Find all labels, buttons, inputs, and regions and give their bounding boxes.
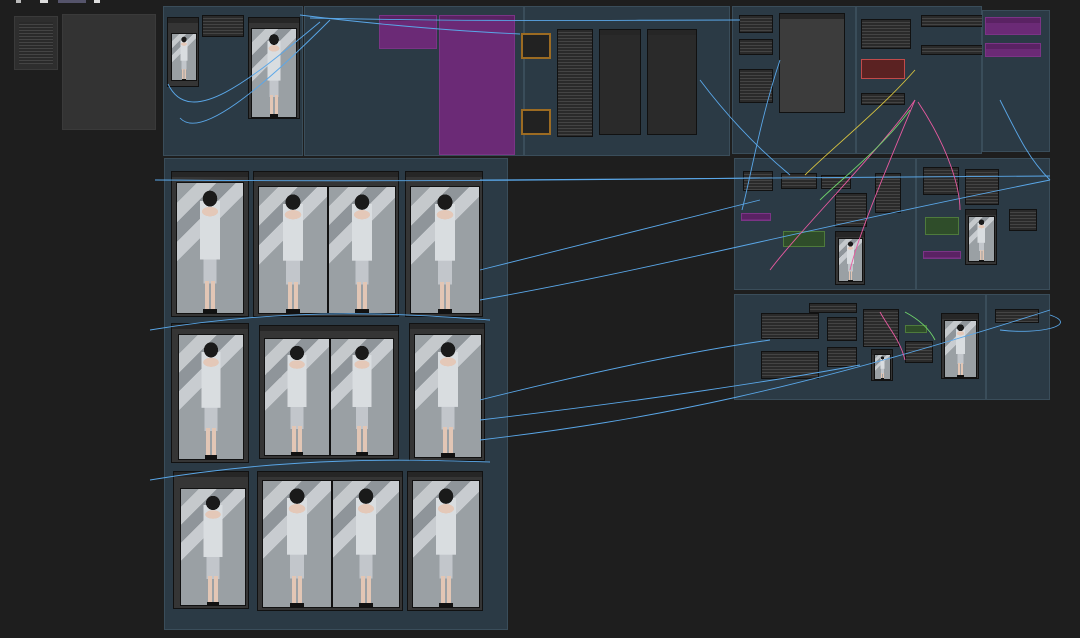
preview-node[interactable] <box>253 171 399 317</box>
small-node[interactable] <box>875 173 901 213</box>
preview-node[interactable] <box>259 325 399 459</box>
small-node[interactable] <box>809 303 857 313</box>
preview-node[interactable] <box>965 209 997 265</box>
preview-image <box>171 33 197 81</box>
properties-panel[interactable] <box>62 14 156 130</box>
preview-node[interactable] <box>171 323 249 463</box>
sampler-node[interactable] <box>835 193 867 227</box>
group-right-bottom-a[interactable] <box>734 294 986 400</box>
queue-panel[interactable] <box>14 16 58 70</box>
group-top-a[interactable] <box>163 6 303 156</box>
preview-image <box>414 334 482 458</box>
output-node[interactable] <box>783 231 825 247</box>
small-node[interactable] <box>921 45 983 55</box>
text-node[interactable] <box>761 313 819 339</box>
small-node[interactable] <box>995 309 1039 323</box>
small-node[interactable] <box>739 39 773 55</box>
error-node[interactable] <box>861 59 905 79</box>
save-icon[interactable] <box>40 0 48 3</box>
prompt-node[interactable] <box>985 43 1041 57</box>
preview-node[interactable] <box>257 471 403 611</box>
preview-image <box>944 320 977 378</box>
sampler-node-2[interactable] <box>599 29 641 135</box>
preview-image <box>328 186 396 314</box>
loader-node[interactable] <box>202 15 244 37</box>
prompt-node-large[interactable] <box>439 15 515 155</box>
wire <box>479 199 761 271</box>
preview-image <box>180 488 246 606</box>
preview-node[interactable] <box>409 323 485 461</box>
preview-node[interactable] <box>405 171 483 317</box>
graph-icon[interactable] <box>16 0 21 3</box>
prompt-node[interactable] <box>985 17 1041 35</box>
preview-image <box>330 338 394 456</box>
small-node[interactable] <box>781 173 817 189</box>
group-top-c[interactable] <box>521 6 730 156</box>
preview-image <box>968 216 995 262</box>
image-node[interactable] <box>167 17 199 87</box>
image-node[interactable] <box>248 17 300 119</box>
group-top-f[interactable] <box>982 10 1050 152</box>
preview-image <box>251 28 297 118</box>
small-node[interactable] <box>921 15 983 27</box>
small-node[interactable] <box>1009 209 1037 231</box>
preview-image <box>410 186 480 314</box>
preview-node[interactable] <box>171 171 249 317</box>
preview-image <box>176 182 244 314</box>
preview-image <box>178 334 244 460</box>
preview-image <box>412 480 480 608</box>
small-node[interactable] <box>821 175 851 189</box>
group-top-e[interactable] <box>856 6 983 154</box>
sampler-node[interactable] <box>863 309 899 347</box>
sampler-node-3[interactable] <box>647 29 697 135</box>
group-top-b[interactable] <box>304 6 524 156</box>
group-right-mid-a[interactable] <box>734 158 916 290</box>
small-node[interactable] <box>965 169 999 205</box>
small-node[interactable] <box>905 341 933 363</box>
preview-image <box>258 186 328 314</box>
small-node[interactable] <box>861 93 905 105</box>
sampler-node[interactable] <box>557 29 593 137</box>
prompt-node[interactable] <box>379 15 437 49</box>
group-gallery[interactable] <box>164 158 508 630</box>
preview-node[interactable] <box>173 471 249 609</box>
preview-node[interactable] <box>407 471 483 611</box>
output-node[interactable] <box>905 325 927 333</box>
prompt-node[interactable] <box>923 251 961 259</box>
preview-image <box>262 480 332 608</box>
group-top-d[interactable] <box>732 6 856 154</box>
preview-node[interactable] <box>871 349 893 381</box>
preview-node[interactable] <box>835 231 865 285</box>
wire <box>479 339 771 401</box>
preview-image <box>838 238 863 282</box>
text-node[interactable] <box>761 351 819 379</box>
preview-image <box>874 354 891 380</box>
queue-list <box>19 22 53 64</box>
preview-image <box>332 480 400 608</box>
small-node[interactable] <box>743 171 773 191</box>
small-node[interactable] <box>827 317 857 341</box>
preview-node[interactable] <box>779 13 845 113</box>
group-right-bottom-b[interactable] <box>986 294 1050 400</box>
small-node[interactable] <box>923 167 959 195</box>
text-node[interactable] <box>861 19 911 49</box>
output-node[interactable] <box>925 217 959 235</box>
preview-node[interactable] <box>941 313 979 379</box>
group-right-mid-b[interactable] <box>916 158 1050 290</box>
input-node[interactable] <box>521 33 551 59</box>
input-node[interactable] <box>521 109 551 135</box>
small-node[interactable] <box>827 347 857 367</box>
preview-image <box>264 338 330 456</box>
prompt-node[interactable] <box>741 213 771 221</box>
close-icon[interactable] <box>94 0 100 3</box>
small-node[interactable] <box>739 69 773 103</box>
small-node[interactable] <box>739 15 773 33</box>
active-tab[interactable] <box>58 0 86 3</box>
